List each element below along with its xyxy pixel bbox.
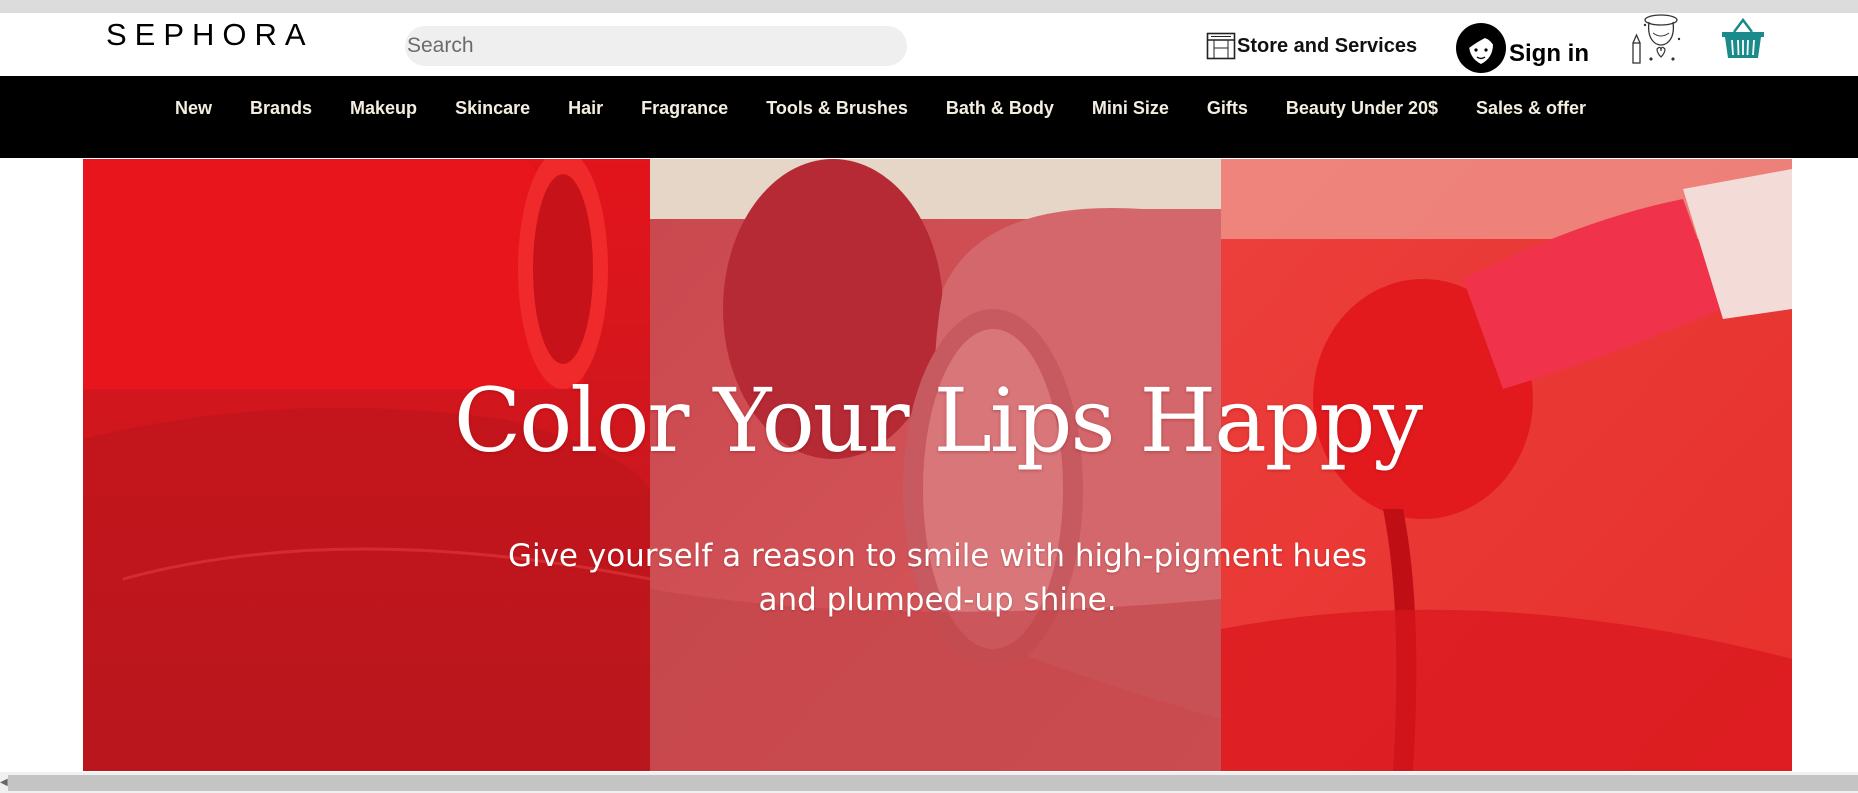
hero-banner[interactable]: Color Your Lips Happy Give yourself a re…: [83, 159, 1792, 771]
nav-item-mini-size[interactable]: Mini Size: [1092, 98, 1169, 119]
category-nav-list: New Brands Makeup Skincare Hair Fragranc…: [175, 98, 1624, 119]
horizontal-scrollbar-thumb[interactable]: [8, 775, 1858, 791]
hero-subtitle: Give yourself a reason to smile with hig…: [83, 534, 1792, 622]
basket-icon[interactable]: [1718, 16, 1768, 64]
beauty-profile-icon[interactable]: [1627, 13, 1683, 67]
nav-item-gifts[interactable]: Gifts: [1207, 98, 1248, 119]
nav-item-bath-body[interactable]: Bath & Body: [946, 98, 1054, 119]
store-and-services-label: Store and Services: [1237, 34, 1418, 57]
category-nav-bar: New Brands Makeup Skincare Hair Fragranc…: [0, 76, 1858, 158]
nav-item-fragrance[interactable]: Fragrance: [641, 98, 728, 119]
nav-item-skincare[interactable]: Skincare: [455, 98, 530, 119]
sign-in-button[interactable]: Sign in: [1455, 14, 1589, 74]
nav-item-makeup[interactable]: Makeup: [350, 98, 417, 119]
scroll-left-arrow-icon[interactable]: ◀: [0, 777, 8, 789]
nav-item-tools-brushes[interactable]: Tools & Brushes: [766, 98, 908, 119]
site-header: SEPHORA Store and Services Sign in: [0, 13, 1858, 76]
nav-item-hair[interactable]: Hair: [568, 98, 603, 119]
hero-title: Color Your Lips Happy: [453, 369, 1423, 472]
horizontal-scrollbar[interactable]: ◀: [0, 772, 1858, 793]
search-input[interactable]: [405, 26, 907, 66]
sign-in-label: Sign in: [1509, 40, 1589, 67]
store-and-services-link[interactable]: Store and Services: [1206, 26, 1417, 66]
nav-item-brands[interactable]: Brands: [250, 98, 312, 119]
sephora-logo[interactable]: SEPHORA: [106, 17, 314, 53]
nav-item-beauty-under-20[interactable]: Beauty Under 20$: [1286, 98, 1438, 119]
nav-item-new[interactable]: New: [175, 98, 212, 119]
browser-top-strip: [0, 0, 1858, 13]
hero-subtitle-line-1: Give yourself a reason to smile with hig…: [507, 538, 1368, 574]
store-icon: [1206, 32, 1236, 60]
hero-subtitle-line-2: and plumped-up shine.: [758, 582, 1117, 618]
nav-item-sales-offer[interactable]: Sales & offer: [1476, 98, 1586, 119]
avatar-icon: [1456, 23, 1506, 73]
